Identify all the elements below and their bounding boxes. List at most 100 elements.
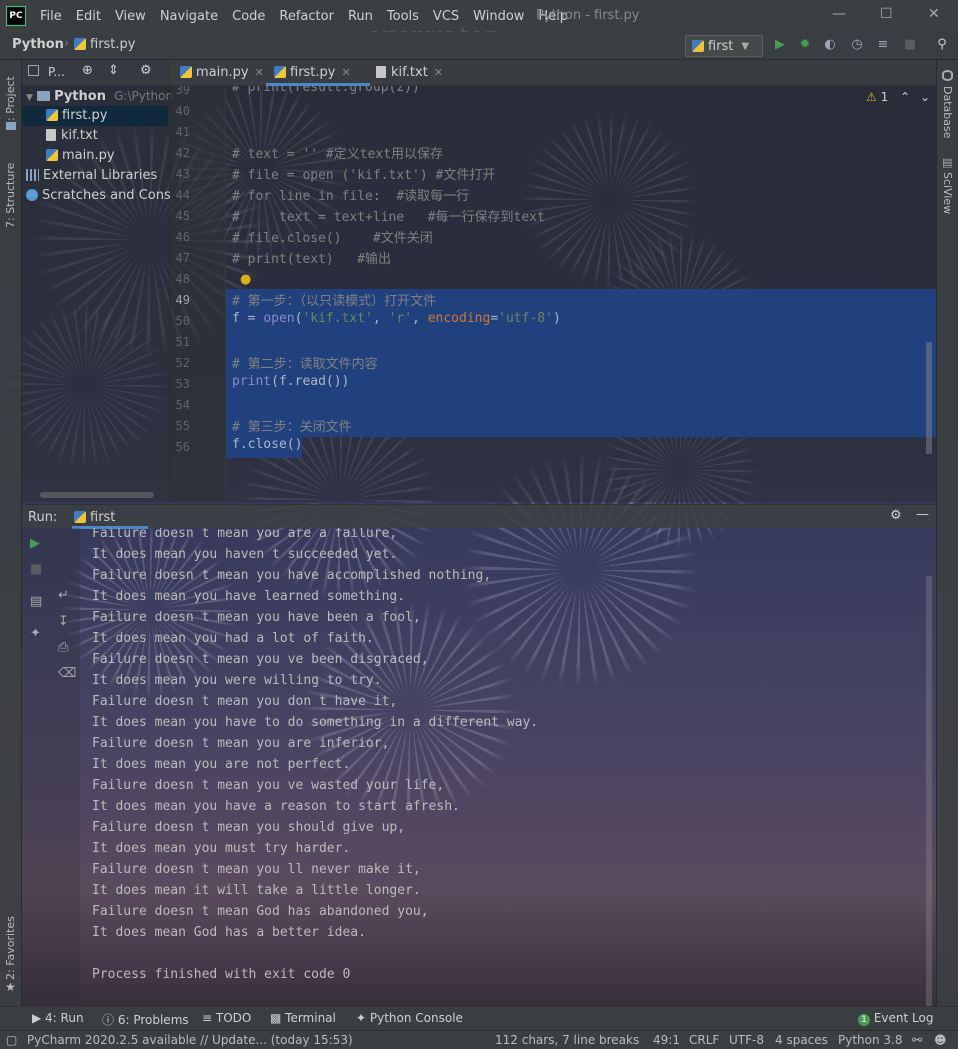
sciview-tool-tab[interactable]: SciView — [941, 172, 954, 214]
inspection-widget[interactable]: ⚠ 1 ⌃ ⌄ — [866, 90, 930, 104]
vertical-scrollbar[interactable] — [926, 342, 932, 454]
status-window-icon[interactable]: ▢ — [6, 1033, 17, 1047]
tree-item-label: main.py — [62, 148, 115, 163]
status-indent[interactable]: 4 spaces — [775, 1033, 828, 1047]
line-number: 55 — [175, 419, 190, 433]
status-encoding[interactable]: UTF-8 — [729, 1033, 764, 1047]
chevron-down-icon: ▼ — [26, 93, 33, 103]
chevron-up-icon[interactable]: ⌃ — [900, 90, 910, 104]
tab-first-py[interactable]: first.py ✕ — [266, 60, 370, 86]
status-caret-position[interactable]: 49:1 — [653, 1033, 680, 1047]
menu-file[interactable]: File — [40, 9, 62, 24]
inspector-icon[interactable]: ☻ — [934, 1033, 947, 1047]
console-line: Failure doesn t mean you have been a foo… — [92, 610, 421, 625]
menu-refactor[interactable]: Refactor — [279, 9, 334, 24]
chevron-down-icon[interactable]: ⌄ — [920, 90, 930, 104]
stop-icon[interactable]: ■ — [902, 37, 918, 53]
line-number: 53 — [175, 377, 190, 391]
close-tab-icon[interactable]: ✕ — [341, 66, 350, 79]
menu-navigate[interactable]: Navigate — [160, 9, 218, 24]
list-icon: ≡ — [202, 1011, 216, 1025]
menu-view[interactable]: View — [115, 9, 146, 24]
favorites-tool-tab[interactable]: 2: Favorites — [4, 916, 17, 980]
line-number: 41 — [175, 125, 190, 139]
lock-icon[interactable]: ⚯ — [912, 1033, 922, 1047]
breadcrumb-project[interactable]: Python — [12, 37, 64, 52]
tab-problems[interactable]: ⓘ 6: Problems — [102, 1011, 189, 1028]
coverage-icon[interactable]: ◐ — [822, 37, 838, 53]
tree-item-main-py[interactable]: main.py — [46, 146, 115, 166]
scroll-to-end-icon[interactable]: ↧ — [58, 614, 69, 629]
close-icon[interactable]: ✕ — [928, 6, 940, 22]
tab-kif-txt[interactable]: kif.txt ✕ — [368, 60, 458, 86]
status-line-separator[interactable]: CRLF — [689, 1033, 719, 1047]
tab-run[interactable]: ▶ 4: Run — [32, 1011, 84, 1025]
console-line: Failure doesn t mean you ve wasted your … — [92, 778, 445, 793]
stop-icon[interactable]: ■ — [30, 562, 42, 577]
trash-icon[interactable]: ⌫ — [58, 666, 76, 681]
tree-item-scratches[interactable]: Scratches and Consoles — [26, 186, 170, 206]
chevron-down-icon: ▼ — [741, 40, 750, 52]
line-number: 56 — [175, 440, 190, 454]
line-number: 40 — [175, 104, 190, 118]
tree-item-external-libraries[interactable]: External Libraries — [26, 166, 157, 186]
tab-event-log[interactable]: 1 Event Log — [858, 1011, 933, 1026]
code-token: , — [412, 311, 428, 326]
warning-icon: ⚠ — [866, 90, 877, 104]
rerun-icon[interactable]: ▶ — [30, 536, 40, 551]
horizontal-scrollbar[interactable] — [40, 492, 154, 498]
console-line: It does mean you must try harder. — [92, 841, 351, 856]
pin-icon[interactable]: ✦ — [30, 626, 41, 641]
python-file-icon — [692, 40, 704, 52]
hide-panel-icon[interactable]: — — [916, 507, 929, 522]
tab-python-console-label: Python Console — [369, 1011, 463, 1025]
print-icon[interactable]: ⎙ — [58, 640, 68, 655]
soft-wrap-icon[interactable]: ↵ — [58, 588, 69, 603]
breadcrumb-file[interactable]: first.py — [74, 37, 135, 52]
line-number: 39 — [175, 86, 190, 97]
close-tab-icon[interactable]: ✕ — [434, 66, 443, 79]
tab-todo[interactable]: ≡ TODO — [202, 1011, 251, 1025]
search-icon[interactable]: ⚲ — [934, 37, 950, 53]
gear-icon[interactable]: ⚙ — [140, 63, 152, 78]
code-token: open — [263, 311, 295, 326]
run-config-selector[interactable]: first ▼ — [685, 35, 763, 57]
run-panel-label: Run: — [28, 510, 58, 525]
close-tab-icon[interactable]: ✕ — [255, 66, 264, 79]
run-config-tab[interactable]: first — [74, 510, 115, 525]
project-tool-tab[interactable]: 1: Project — [4, 68, 17, 128]
status-interpreter[interactable]: Python 3.8 — [838, 1033, 903, 1047]
code-editor[interactable]: 39 40 41 42 43 44 45 46 47 48 49 50 51 52 53 54 55 56 ⚠ 1… — [170, 86, 936, 502]
run-list-icon[interactable]: ≡ — [875, 37, 891, 53]
lightbulb-icon[interactable]: ● — [240, 272, 251, 287]
terminal-icon: ▩ — [270, 1011, 286, 1025]
layout-icon[interactable]: ▤ — [30, 594, 42, 609]
run-config-label: first — [708, 38, 734, 54]
project-view-selector[interactable]: P... — [48, 65, 65, 79]
status-message[interactable]: PyCharm 2020.2.5 available // Update... … — [27, 1033, 353, 1047]
database-tool-tab[interactable]: Database — [941, 86, 954, 139]
collapse-all-icon[interactable]: ⇕ — [108, 63, 119, 78]
debug-icon[interactable]: ✹ — [797, 37, 813, 53]
python-file-icon — [274, 66, 286, 78]
menu-edit[interactable]: Edit — [76, 9, 101, 24]
tree-item-kif-txt[interactable]: kif.txt — [46, 126, 98, 146]
run-icon[interactable]: ▶ — [772, 37, 788, 53]
tab-main-py[interactable]: main.py ✕ — [172, 60, 266, 86]
console-output[interactable]: Failure doesn t mean you are a failure, I… — [80, 528, 936, 1006]
maximize-icon[interactable]: ☐ — [880, 6, 893, 22]
profile-icon[interactable]: ◷ — [849, 37, 865, 53]
python-file-icon — [180, 66, 192, 78]
minimize-icon[interactable]: — — [832, 6, 846, 22]
menu-code[interactable]: Code — [232, 9, 265, 24]
tab-python-console[interactable]: ✦ Python Console — [356, 1011, 463, 1025]
tab-terminal[interactable]: ▩ Terminal — [270, 1011, 336, 1025]
tab-problems-label: 6: Problems — [117, 1013, 189, 1027]
line-number: 50 — [175, 314, 190, 328]
vertical-scrollbar[interactable] — [926, 576, 932, 1006]
locate-icon[interactable]: ⊕ — [82, 63, 93, 78]
gear-icon[interactable]: ⚙ — [890, 508, 902, 523]
tree-item-first-py[interactable]: first.py — [22, 106, 168, 126]
tree-item-root[interactable]: ▼ Python G:\Python — [26, 86, 173, 106]
structure-tool-tab[interactable]: 7: Structure — [4, 152, 17, 228]
